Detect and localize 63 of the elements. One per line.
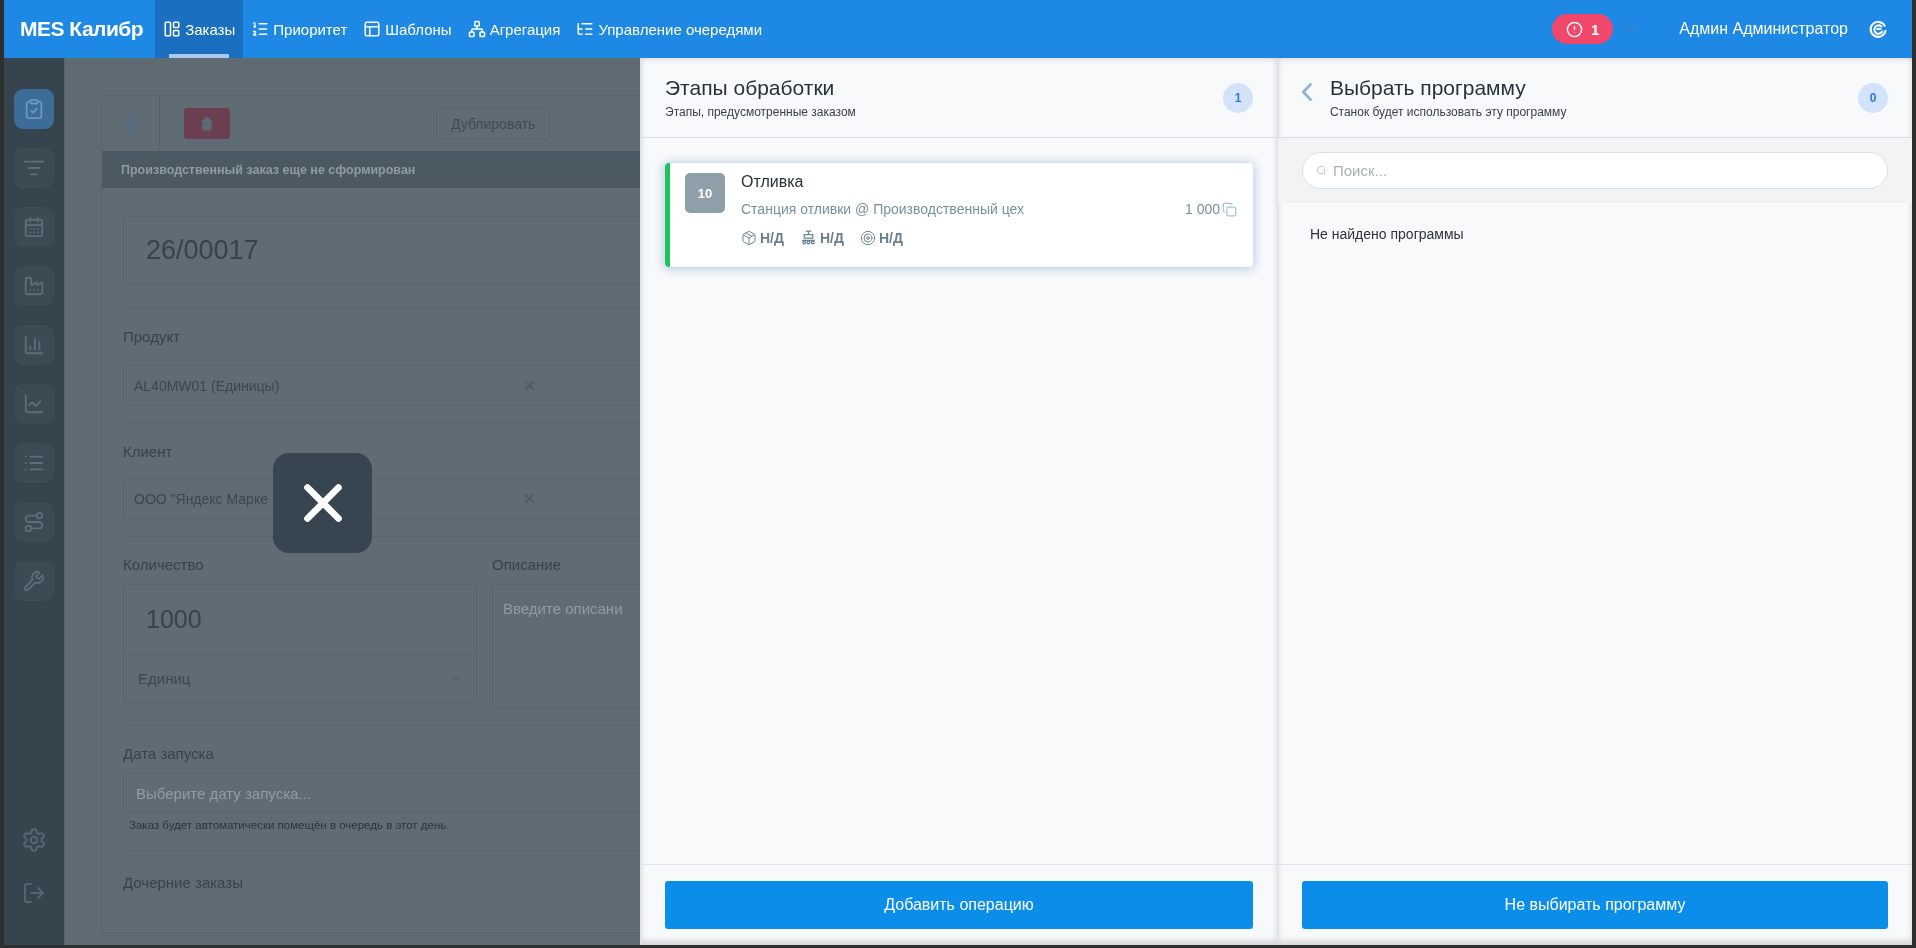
skip-program-button[interactable]: Не выбирать программу: [1302, 881, 1888, 929]
calendar-icon: [23, 216, 45, 238]
panel-title: Этапы обработки: [665, 76, 836, 100]
sidebar-button[interactable]: [14, 561, 54, 601]
status-note: Производственный заказ еще не сформирован: [102, 151, 640, 188]
sidebar-button[interactable]: [14, 502, 54, 542]
empty-message: Не найдено программы: [1309, 225, 1465, 242]
stage-number: 10: [685, 173, 725, 213]
board-icon: [163, 20, 182, 38]
wrench-icon: [23, 570, 45, 592]
bar-chart-icon: [23, 334, 45, 356]
alert-icon: [1566, 20, 1583, 38]
nav-tab[interactable]: Приоритет: [243, 0, 356, 58]
metric-value: Н/Д: [820, 229, 844, 246]
metric-value: Н/Д: [760, 229, 784, 246]
alert-badge[interactable]: 1: [1552, 14, 1614, 44]
stage-name: Отливка: [741, 173, 805, 191]
sidebar-button[interactable]: [14, 266, 54, 306]
search-field[interactable]: Поиск...: [1302, 152, 1888, 189]
copy-icon[interactable]: [1222, 201, 1237, 217]
sidebar-button[interactable]: [14, 148, 54, 188]
nav-tab[interactable]: Управление очередями: [568, 0, 771, 58]
logo[interactable]: MES Калибр: [4, 0, 156, 58]
back-button[interactable]: [1302, 82, 1312, 101]
sidebar-button[interactable]: [14, 384, 54, 424]
chevron-left-icon: [1302, 82, 1312, 101]
sidebar-button[interactable]: [14, 89, 54, 129]
add-operation-button[interactable]: Добавить операцию: [665, 881, 1253, 929]
box-icon: [741, 229, 757, 246]
stage-location: Станция отливки @ Производственный цех: [741, 201, 1024, 217]
nav-tab[interactable]: Заказы: [155, 0, 244, 58]
line-chart-icon: [23, 393, 45, 415]
count-badge: 1: [1223, 82, 1253, 113]
factory-icon: [23, 275, 45, 297]
swirl-icon[interactable]: [1868, 19, 1888, 39]
chevron-left-icon: [126, 115, 135, 132]
clipboard-check-icon: [23, 98, 45, 120]
panel-subtitle: Этапы, предусмотренные заказом: [665, 105, 857, 119]
stage-card[interactable]: 10 Отливка Станция отливки @ Производственный цех 1 000 Н/Д Н/Д Н/Д: [665, 163, 1253, 267]
nav-tab[interactable]: Агрегация: [459, 0, 569, 58]
logout-icon[interactable]: [22, 881, 46, 905]
tree-list-icon: [576, 20, 595, 38]
delete-button[interactable]: [184, 108, 230, 139]
sidebar-button[interactable]: [14, 207, 54, 247]
search-icon: [1316, 165, 1327, 176]
conveyor-icon: [800, 229, 817, 246]
sidebar-button[interactable]: [14, 325, 54, 365]
route-icon: [23, 511, 45, 533]
panel-subtitle: Станок будет использовать эту программу: [1329, 105, 1568, 119]
hierarchy-icon: [467, 20, 486, 38]
panel-title: Выбрать программу: [1329, 76, 1527, 100]
trash-icon: [200, 116, 214, 131]
nav-tab[interactable]: Шаблоны: [355, 0, 460, 58]
sidebar-button[interactable]: [14, 443, 54, 483]
target-icon: [859, 229, 876, 246]
count-badge: 0: [1858, 82, 1888, 113]
close-button[interactable]: [273, 453, 372, 553]
settings-icon[interactable]: [21, 827, 47, 853]
layout-icon: [363, 20, 382, 38]
metric-value: Н/Д: [878, 229, 903, 246]
user-name[interactable]: Админ Администратор: [1679, 20, 1848, 38]
list-icon: [251, 20, 270, 38]
stage-quantity: 1 000: [1184, 201, 1220, 217]
